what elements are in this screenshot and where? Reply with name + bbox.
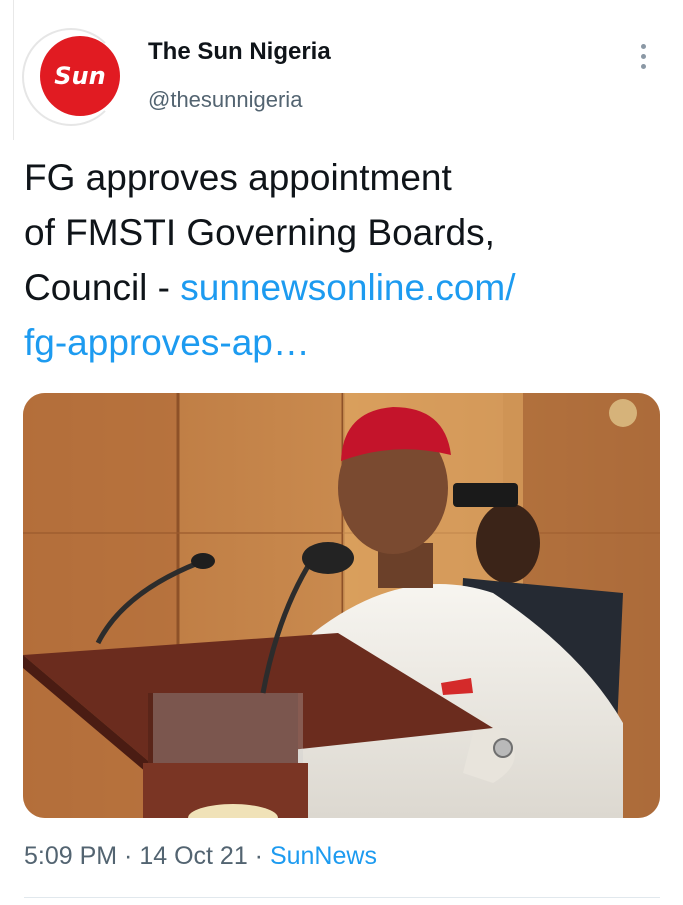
meta-separator: · bbox=[117, 842, 140, 870]
more-options-icon[interactable] bbox=[632, 42, 656, 72]
tweet-photo[interactable] bbox=[23, 393, 660, 818]
meta-separator: · bbox=[247, 842, 270, 870]
tweet-time[interactable]: 5:09 PM bbox=[24, 842, 117, 870]
tweet-text-line: Council - bbox=[24, 267, 181, 308]
tweet-date[interactable]: 14 Oct 21 bbox=[139, 842, 247, 870]
avatar[interactable]: Sun bbox=[22, 28, 120, 126]
tweet-source[interactable]: SunNews bbox=[270, 842, 377, 870]
tweet-text-line: of FMSTI Governing Boards, bbox=[24, 212, 495, 253]
photo-image bbox=[23, 393, 660, 818]
sun-logo: Sun bbox=[40, 36, 120, 116]
tweet-body: FG approves appointment of FMSTI Governi… bbox=[24, 150, 644, 370]
tweet-header: Sun The Sun Nigeria @thesunnigeria bbox=[0, 0, 683, 140]
author-display-name[interactable]: The Sun Nigeria bbox=[148, 38, 331, 66]
tweet-metadata: 5:09 PM · 14 Oct 21 · SunNews bbox=[24, 842, 377, 871]
tweet-text-line: FG approves appointment bbox=[24, 157, 452, 198]
author-handle[interactable]: @thesunnigeria bbox=[148, 87, 302, 113]
divider bbox=[24, 897, 660, 898]
